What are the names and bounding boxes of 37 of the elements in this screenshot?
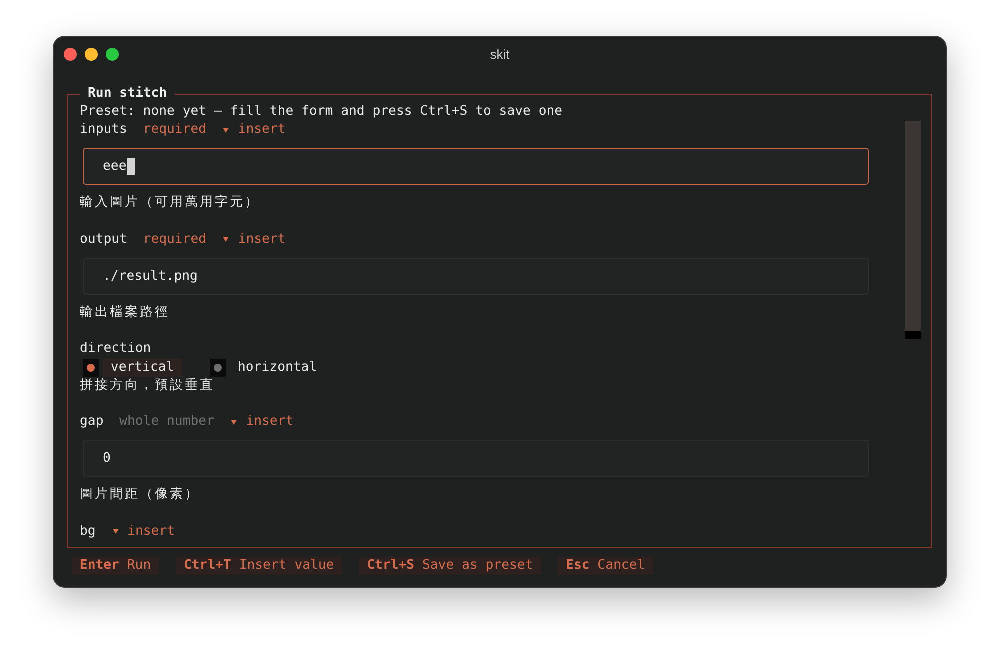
field-description: 輸出檔案路徑: [80, 304, 171, 322]
required-tag: required: [143, 121, 207, 140]
preset-status: Preset: none yet — fill the form and press Ctrl+S to save one: [80, 103, 564, 121]
caret-icon: [223, 128, 230, 133]
caret-icon: [223, 237, 230, 242]
option-label[interactable]: vertical: [103, 358, 182, 377]
cursor-icon: [126, 158, 135, 176]
required-tag: required: [143, 230, 207, 249]
field-description: 圖片間距（像素）: [80, 486, 201, 504]
insert-button[interactable]: insert: [230, 413, 294, 432]
option-label[interactable]: horizontal: [230, 358, 326, 377]
caret-icon: [231, 420, 238, 425]
field-label: inputs: [80, 121, 128, 140]
field-label: output: [80, 230, 128, 249]
shortcut-button[interactable]: Esc Cancel: [558, 557, 654, 576]
field-label: gap: [80, 413, 104, 432]
caret-icon: [112, 529, 119, 534]
shortcut-button[interactable]: Enter Run: [72, 557, 160, 576]
field-description: 拼接方向，預設垂直: [80, 376, 216, 395]
close-button[interactable]: [64, 48, 77, 61]
input-field[interactable]: eee: [83, 148, 869, 186]
field-label: bg: [80, 522, 96, 541]
insert-button[interactable]: insert: [222, 230, 286, 249]
insert-button[interactable]: insert: [222, 121, 286, 140]
type-hint: whole number: [120, 413, 214, 432]
window-title: skit: [490, 47, 510, 62]
zoom-button[interactable]: [106, 48, 119, 61]
input-field[interactable]: 0: [83, 440, 869, 478]
field-description: 輸入圖片（可用萬用字元）: [80, 194, 261, 212]
shortcut-button[interactable]: Ctrl+T Insert value: [176, 557, 342, 576]
shortcut-button[interactable]: Ctrl+S Save as preset: [359, 557, 542, 576]
insert-button[interactable]: insert: [112, 522, 176, 541]
minimize-button[interactable]: [85, 48, 98, 61]
radio-button[interactable]: [83, 358, 99, 377]
radio-button[interactable]: [210, 358, 226, 377]
field-label: direction: [80, 340, 152, 358]
input-field[interactable]: ./result.png: [83, 258, 869, 295]
